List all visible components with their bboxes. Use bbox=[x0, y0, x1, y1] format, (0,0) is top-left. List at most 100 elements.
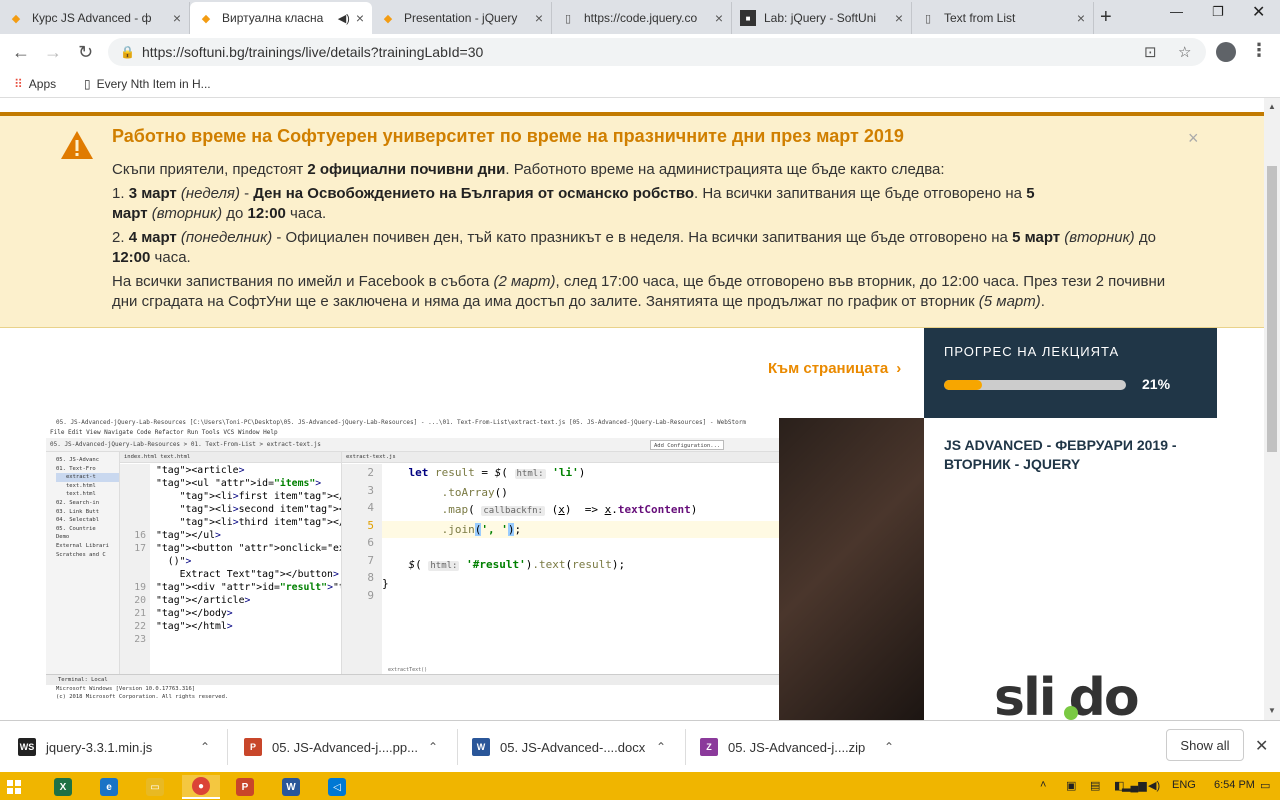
scrollbar-thumb[interactable] bbox=[1267, 166, 1277, 452]
close-icon[interactable]: × bbox=[1077, 10, 1085, 26]
line-gutter: 23456789 bbox=[342, 464, 382, 674]
bookmark-star-icon[interactable]: ☆ bbox=[1178, 43, 1191, 61]
bookmark-apps[interactable]: ⠿ Apps bbox=[14, 77, 56, 91]
ide-breadcrumb: 05. JS-Advanced-jQuery-Lab-Resources > 0… bbox=[50, 441, 321, 448]
browser-toolbar: ← → ↻ 🔒 https://softuni.bg/trainings/liv… bbox=[0, 34, 1280, 70]
show-all-button[interactable]: Show all bbox=[1166, 729, 1244, 761]
terminal-line: (c) 2018 Microsoft Corporation. All righ… bbox=[56, 694, 229, 700]
taskbar-chrome[interactable]: ● bbox=[182, 775, 220, 799]
reload-icon[interactable]: ↻ bbox=[78, 42, 93, 63]
project-tree: 05. JS-Advanc 01. Text-Fro extract-t text.h… bbox=[46, 452, 120, 674]
alert-close-icon[interactable]: × bbox=[1188, 128, 1199, 149]
bookmark-every-nth[interactable]: ▯ Every Nth Item in H... bbox=[84, 77, 211, 91]
taskbar-edge[interactable]: e bbox=[90, 775, 128, 799]
line-gutter: 16 17 19 20 21 22 23 bbox=[120, 464, 150, 674]
close-icon[interactable]: × bbox=[535, 10, 543, 26]
windows-logo-icon bbox=[7, 780, 21, 794]
chevron-up-icon[interactable]: ⌃ bbox=[428, 740, 438, 754]
profile-avatar-icon[interactable] bbox=[1216, 42, 1236, 62]
scroll-up-icon[interactable]: ▲ bbox=[1268, 102, 1276, 111]
progress-bar bbox=[944, 380, 1126, 390]
language-indicator[interactable]: ENG bbox=[1172, 779, 1196, 791]
taskbar-vscode[interactable]: ◁ bbox=[318, 775, 356, 799]
download-item[interactable]: W 05. JS-Advanced-....docx ⌃ bbox=[472, 729, 686, 765]
close-icon[interactable]: × bbox=[895, 10, 903, 26]
progress-percent: 21% bbox=[1142, 376, 1171, 392]
tab-virtual-class[interactable]: ◆ Виртуална класна ◀) × bbox=[190, 2, 372, 34]
code-line: "tag"><ul "attr">id="items"> bbox=[156, 478, 322, 489]
tab-presentation[interactable]: ◆ Presentation - jQuery × bbox=[372, 2, 552, 34]
minimize-icon[interactable]: — bbox=[1170, 4, 1183, 19]
alert-body: Скъпи приятели, предстоят 2 официални по… bbox=[112, 160, 1192, 316]
ide-title: 05. JS-Advanced-jQuery-Lab-Resources [C:… bbox=[46, 418, 779, 428]
start-button[interactable] bbox=[0, 775, 28, 799]
course-title[interactable]: JS ADVANCED - ФЕВРУАРИ 2019 - ВТОРНИК - … bbox=[944, 436, 1204, 474]
softuni-icon: ◆ bbox=[11, 12, 21, 25]
download-item[interactable]: WS jquery-3.3.1.min.js ⌃ bbox=[18, 729, 228, 765]
chevron-up-icon[interactable]: ⌃ bbox=[200, 740, 210, 754]
chevron-up-icon[interactable]: ⌃ bbox=[656, 740, 666, 754]
terminal-header: Terminal: Local bbox=[46, 675, 779, 685]
tab-title: Курс JS Advanced - ф bbox=[32, 11, 152, 25]
code-line: "tag"><div "attr">id="result">"tag"></di… bbox=[156, 582, 341, 593]
js-editor: extract-text.js 23456789 let result = $(… bbox=[342, 452, 779, 674]
audio-icon[interactable]: ◀) bbox=[338, 12, 350, 25]
line-number: 20 bbox=[134, 595, 146, 606]
download-item[interactable]: Z 05. JS-Advanced-j....zip ⌃ bbox=[700, 729, 914, 765]
editor-tab: extract-text.js bbox=[342, 452, 779, 463]
notifications-icon[interactable]: ▭ bbox=[1260, 779, 1270, 792]
alert-intro: Скъпи приятели, предстоят 2 официални по… bbox=[112, 161, 945, 178]
add-configuration-button: Add Configuration... bbox=[650, 440, 725, 450]
apps-grid-icon: ⠿ bbox=[14, 77, 23, 91]
to-page-link[interactable]: Към страницата › bbox=[768, 360, 901, 377]
line-number: 21 bbox=[134, 608, 146, 619]
tab-title: Lab: jQuery - SoftUni bbox=[764, 11, 877, 25]
close-shelf-icon[interactable]: ✕ bbox=[1255, 736, 1268, 756]
holiday-alert: × Работно време на Софтуерен университет… bbox=[0, 112, 1264, 328]
ide-status: extractText() bbox=[388, 667, 428, 673]
taskbar-explorer[interactable]: ▭ bbox=[136, 775, 174, 799]
progress-fill bbox=[944, 380, 983, 390]
window-close-icon[interactable]: ✕ bbox=[1252, 2, 1265, 22]
ide-menubar: File Edit View Navigate Code Refactor Ru… bbox=[50, 429, 278, 436]
back-icon[interactable]: ← bbox=[12, 42, 30, 63]
download-filename: 05. JS-Advanced-j....pp... bbox=[272, 739, 418, 755]
tab-js-advanced[interactable]: ◆ Курс JS Advanced - ф × bbox=[0, 2, 190, 34]
tab-text-from-list[interactable]: ▯ Text from List × bbox=[912, 2, 1094, 34]
taskbar-excel[interactable]: X bbox=[44, 775, 82, 799]
windows-taskbar: X e ▭ ● P W ◁ ˄ ▣ ▤ ◧ ▂▄▆ ◀) ENG 6:54 PM… bbox=[0, 772, 1280, 800]
tree-item: Demo bbox=[56, 534, 70, 541]
taskbar-word[interactable]: W bbox=[272, 775, 310, 799]
powerpoint-icon: P bbox=[244, 738, 262, 756]
tab-lab-jquery[interactable]: ■ Lab: jQuery - SoftUni × bbox=[732, 2, 912, 34]
tab-code-jquery[interactable]: ▯ https://code.jquery.co × bbox=[552, 2, 732, 34]
close-icon[interactable]: × bbox=[173, 10, 181, 26]
close-icon[interactable]: × bbox=[715, 10, 723, 26]
restore-icon[interactable]: ❐ bbox=[1212, 4, 1224, 20]
tray-chevron-icon[interactable]: ˄ bbox=[1040, 779, 1046, 791]
progress-label: ПРОГРЕС НА ЛЕКЦИЯТА bbox=[944, 344, 1120, 359]
new-tab-button[interactable]: + bbox=[1100, 6, 1112, 29]
volume-icon[interactable]: ◀) bbox=[1148, 779, 1160, 792]
tray-app-icon[interactable]: ▣ bbox=[1066, 779, 1076, 792]
document-icon: ▯ bbox=[564, 12, 572, 25]
html-editor: index.html text.html 16 17 19 20 21 22 23 "tag… bbox=[120, 452, 342, 674]
download-item[interactable]: P 05. JS-Advanced-j....pp... ⌃ bbox=[244, 729, 458, 765]
taskbar-powerpoint[interactable]: P bbox=[226, 775, 264, 799]
clock[interactable]: 6:54 PM bbox=[1214, 779, 1255, 791]
chevron-up-icon[interactable]: ⌃ bbox=[884, 740, 894, 754]
slido-logo: sli do bbox=[924, 658, 1217, 720]
page-scrollbar[interactable]: ▲ ▼ bbox=[1264, 98, 1280, 720]
lecture-video[interactable]: 05. JS-Advanced-jQuery-Lab-Resources [C:… bbox=[46, 418, 924, 720]
forward-icon[interactable]: → bbox=[44, 42, 62, 63]
address-bar[interactable]: 🔒 https://softuni.bg/trainings/live/deta… bbox=[108, 38, 1206, 66]
code-line: "tag"></body> bbox=[156, 608, 233, 619]
html-code: "tag"><article> "tag"><ul "attr">id="item… bbox=[156, 464, 341, 646]
translate-icon[interactable]: ⊡ bbox=[1144, 43, 1157, 61]
close-icon[interactable]: × bbox=[356, 10, 364, 26]
scroll-down-icon[interactable]: ▼ bbox=[1268, 706, 1276, 715]
warning-icon bbox=[61, 131, 93, 159]
network-icon[interactable]: ▂▄▆ bbox=[1122, 779, 1147, 792]
browser-menu-icon[interactable]: ⋮ bbox=[1250, 40, 1268, 61]
tray-app-icon[interactable]: ▤ bbox=[1090, 779, 1100, 792]
